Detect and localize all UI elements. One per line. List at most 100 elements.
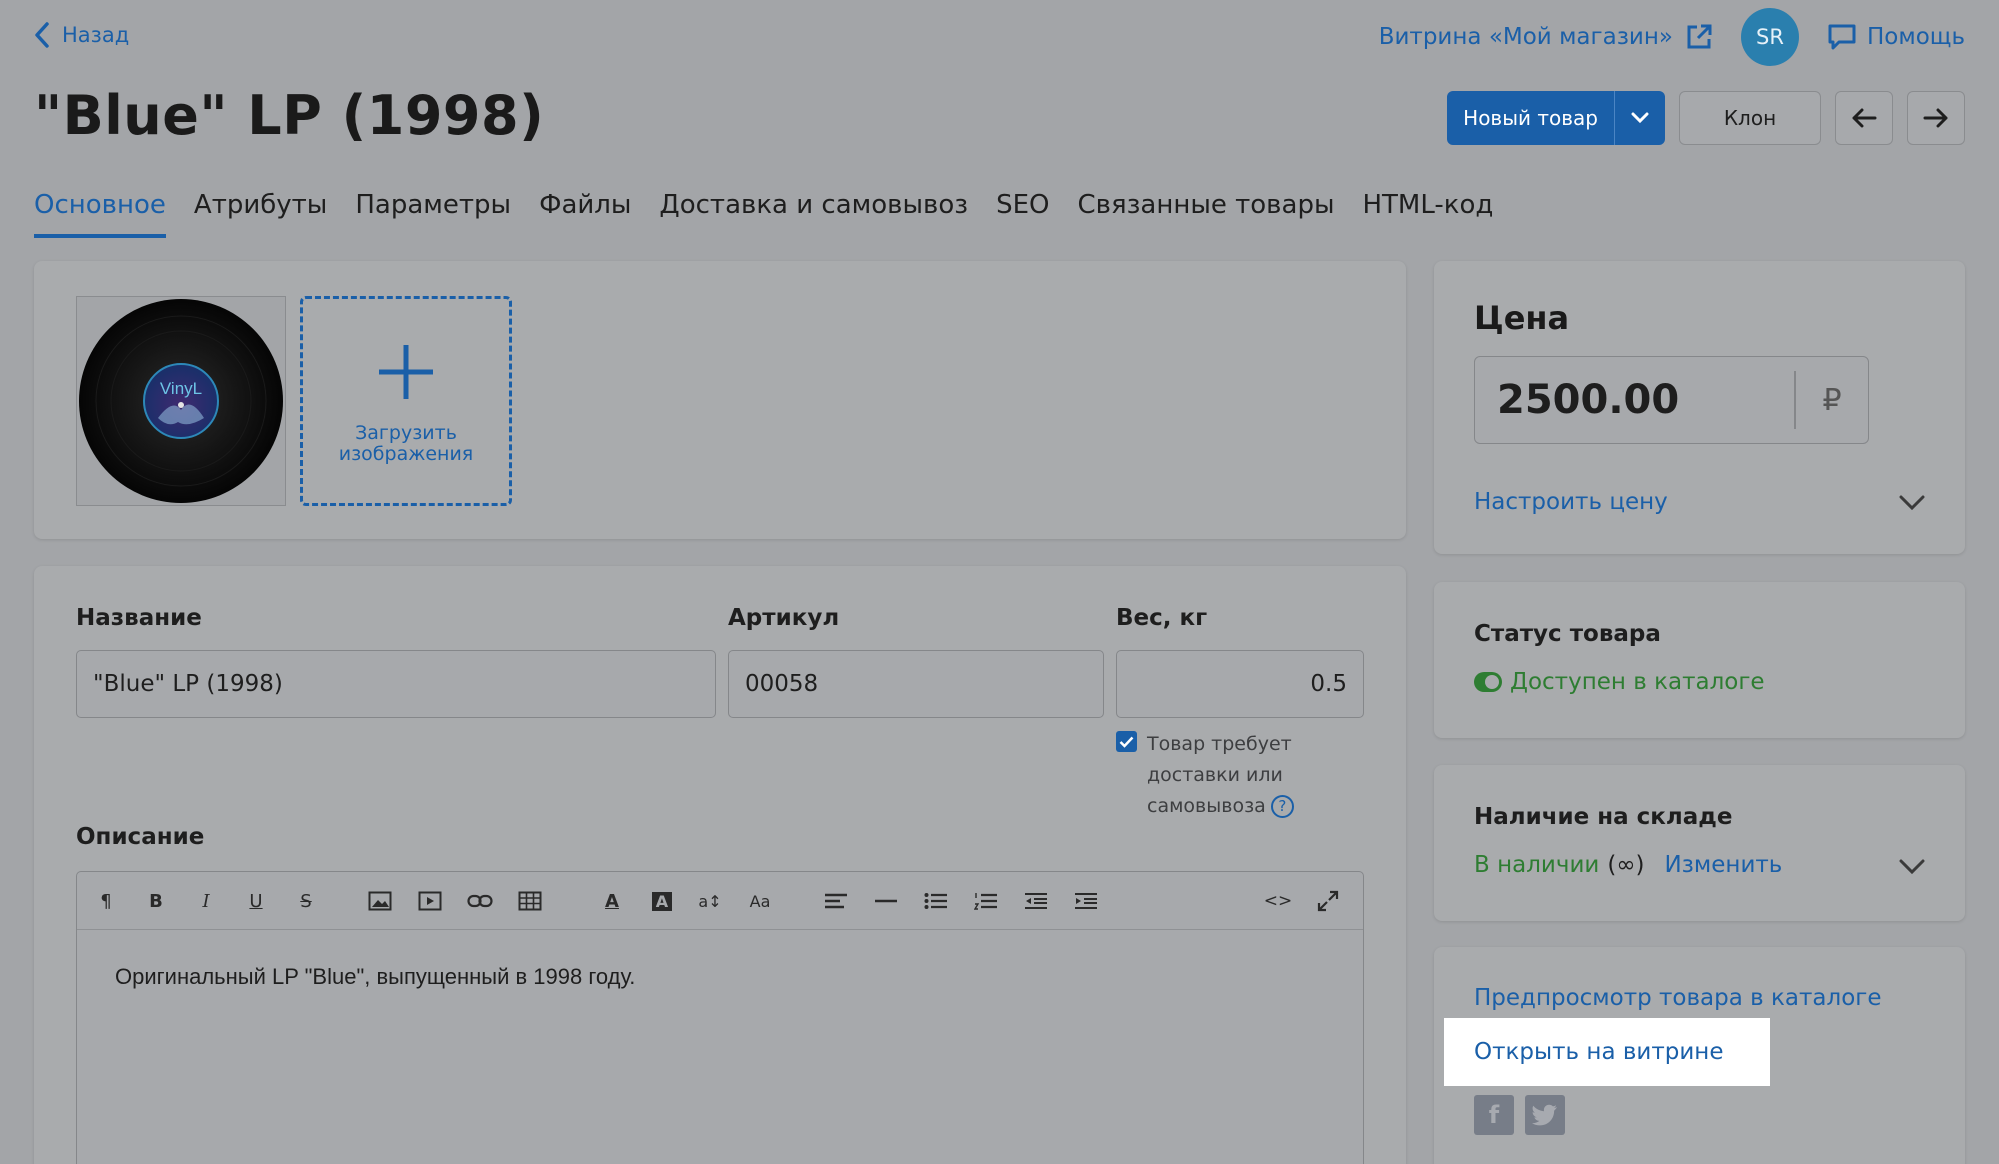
status-title: Статус товара [1474, 621, 1661, 647]
external-link-icon [1687, 24, 1712, 49]
help-label: Помощь [1866, 24, 1965, 50]
twitter-bird-icon [1532, 1104, 1557, 1126]
tab-main[interactable]: Основное [34, 190, 166, 238]
vinyl-record-image: VinyL [79, 299, 283, 503]
indent-button[interactable] [1071, 886, 1101, 916]
outdent-icon [1025, 893, 1047, 909]
weight-input[interactable]: 0.5 [1116, 650, 1364, 718]
product-details-card: Название Артикул Вес, кг "Blue" LP (1998… [34, 566, 1406, 1164]
currency-symbol: ₽ [1794, 371, 1868, 429]
new-product-button[interactable]: Новый товар [1447, 91, 1615, 145]
arrow-left-icon [1852, 108, 1877, 128]
stock-value: В наличии [1474, 852, 1600, 878]
help-link[interactable]: Помощь [1827, 23, 1965, 51]
arrow-right-icon [1923, 108, 1948, 128]
description-label: Описание [76, 824, 205, 850]
underline-button[interactable]: U [241, 886, 271, 916]
font-size-button[interactable]: a↕ [695, 886, 725, 916]
chevron-down-icon [1631, 112, 1649, 124]
new-product-split-button: Новый товар [1447, 91, 1665, 145]
background-color-button[interactable]: A [647, 886, 677, 916]
description-text[interactable]: Оригинальный LP "Blue", выпущенный в 199… [77, 930, 1363, 1024]
italic-button[interactable]: I [191, 886, 221, 916]
bulleted-list-icon [924, 893, 947, 909]
chevron-left-icon [35, 22, 49, 48]
paragraph-format-button[interactable]: ¶ [91, 886, 121, 916]
tab-attributes[interactable]: Атрибуты [194, 190, 327, 238]
toggle-switch-icon [1474, 672, 1502, 692]
numbered-list-icon [974, 893, 997, 910]
back-label: Назад [62, 23, 130, 47]
link-icon [467, 894, 493, 908]
status-value: Доступен в каталоге [1510, 669, 1765, 695]
tab-related-products[interactable]: Связанные товары [1077, 190, 1334, 238]
align-left-button[interactable] [821, 886, 851, 916]
tab-seo[interactable]: SEO [996, 190, 1049, 238]
open-on-storefront-link[interactable]: Открыть на витрине [1444, 1018, 1770, 1086]
price-value: 2500.00 [1497, 377, 1680, 423]
preview-in-catalog-link[interactable]: Предпросмотр товара в каталоге [1474, 985, 1882, 1011]
horizontal-rule-icon [875, 899, 897, 903]
twitter-icon[interactable] [1525, 1095, 1565, 1135]
sku-label: Артикул [728, 605, 840, 631]
bulleted-list-button[interactable] [921, 886, 951, 916]
price-title: Цена [1474, 299, 1570, 337]
new-product-dropdown-button[interactable] [1615, 91, 1665, 145]
next-product-button[interactable] [1907, 91, 1965, 145]
storefront-label: Витрина «Мой магазин» [1378, 24, 1673, 50]
storefront-link[interactable]: Витрина «Мой магазин» [1379, 23, 1713, 51]
delivery-required-option: Товар требует доставки или самовывоза? [1116, 729, 1307, 822]
chevron-down-icon[interactable] [1899, 859, 1925, 875]
back-link[interactable]: Назад [34, 22, 129, 48]
fullscreen-button[interactable] [1313, 886, 1343, 916]
catalog-links-card: Предпросмотр товара в каталоге Открыть н… [1434, 947, 1965, 1164]
avatar[interactable]: SR [1740, 8, 1799, 66]
insert-link-button[interactable] [465, 886, 495, 916]
tab-parameters[interactable]: Параметры [355, 190, 511, 238]
upload-images-button[interactable]: Загрузить изображения [300, 296, 512, 506]
price-input[interactable]: 2500.00 ₽ [1474, 356, 1869, 444]
chevron-down-icon[interactable] [1899, 495, 1925, 511]
outdent-button[interactable] [1021, 886, 1051, 916]
status-toggle[interactable]: Доступен в каталоге [1474, 669, 1765, 695]
description-editor: ¶ B I U S A A a↕ Aa <> Оригинальный LP "… [76, 871, 1364, 1164]
weight-label: Вес, кг [1116, 605, 1208, 631]
previous-product-button[interactable] [1835, 91, 1893, 145]
insert-image-button[interactable] [365, 886, 395, 916]
table-icon [518, 891, 542, 911]
editor-toolbar: ¶ B I U S A A a↕ Aa <> [77, 872, 1363, 930]
bold-button[interactable]: B [141, 886, 171, 916]
checkmark-icon [1119, 736, 1134, 748]
product-image-thumbnail[interactable]: VinyL [76, 296, 286, 506]
change-stock-link[interactable]: Изменить [1664, 852, 1782, 878]
horizontal-rule-button[interactable] [871, 886, 901, 916]
background-color-glyph: A [651, 891, 673, 911]
numbered-list-button[interactable] [971, 886, 1001, 916]
upload-label-line2: изображения [338, 443, 474, 465]
header-actions: Новый товар Клон [1447, 91, 1965, 145]
expand-icon [1317, 890, 1339, 912]
name-input[interactable]: "Blue" LP (1998) [76, 650, 716, 718]
clone-button[interactable]: Клон [1679, 91, 1821, 145]
product-status-card: Статус товара Доступен в каталоге [1434, 582, 1965, 738]
images-card: VinyL Загрузить изображения [34, 261, 1406, 539]
code-view-button[interactable]: <> [1263, 886, 1293, 916]
configure-price-link[interactable]: Настроить цену [1474, 489, 1668, 515]
font-family-button[interactable]: Aa [745, 886, 775, 916]
insert-video-button[interactable] [415, 886, 445, 916]
product-tabs: Основное Атрибуты Параметры Файлы Достав… [34, 190, 1493, 238]
delivery-required-checkbox[interactable] [1116, 731, 1137, 752]
tab-delivery[interactable]: Доставка и самовывоз [659, 190, 968, 238]
help-circle-icon[interactable]: ? [1270, 795, 1294, 818]
stock-title: Наличие на складе [1474, 804, 1733, 830]
facebook-icon[interactable]: f [1474, 1095, 1514, 1135]
tab-files[interactable]: Файлы [539, 190, 631, 238]
delivery-required-label: Товар требует доставки или самовывоза [1147, 733, 1292, 817]
page-title: "Blue" LP (1998) [34, 84, 545, 147]
insert-table-button[interactable] [515, 886, 545, 916]
text-color-button[interactable]: A [597, 886, 627, 916]
align-left-icon [825, 893, 847, 909]
tab-html-code[interactable]: HTML-код [1362, 190, 1493, 238]
strikethrough-button[interactable]: S [291, 886, 321, 916]
sku-input[interactable]: 00058 [728, 650, 1104, 718]
